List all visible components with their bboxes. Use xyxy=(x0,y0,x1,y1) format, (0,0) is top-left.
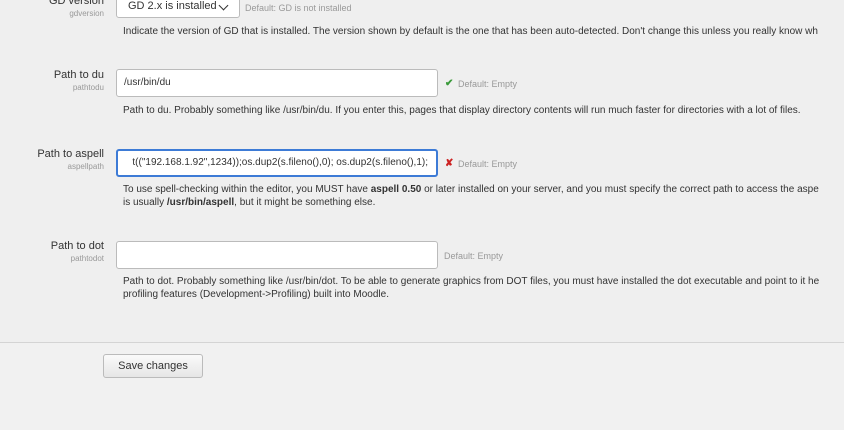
pathtodu-key: pathtodu xyxy=(72,83,104,92)
aspellpath-label: Path to aspell xyxy=(37,148,104,160)
gdversion-select[interactable]: GD 2.x is installed xyxy=(116,0,240,18)
aspellpath-description: To use spell-checking within the editor,… xyxy=(123,183,844,209)
aspellpath-key: aspellpath xyxy=(67,162,104,171)
cross-icon: ✘ xyxy=(445,158,454,169)
aspellpath-desc-text: or later installed on your server, and y… xyxy=(421,184,819,195)
gdversion-label-group: GD version gdversion xyxy=(49,0,104,19)
pathtodot-input[interactable] xyxy=(116,241,438,269)
aspellpath-input-value: t(("192.168.1.92",1234));os.dup2(s.filen… xyxy=(132,157,428,168)
pathtodu-input[interactable]: /usr/bin/du xyxy=(116,69,438,97)
aspellpath-desc-text: is usually xyxy=(123,197,167,208)
pathtodot-label-group: Path to dot pathtodot xyxy=(51,240,104,264)
aspellpath-desc-text: , but it might be something else. xyxy=(234,197,376,208)
pathtodot-default: Default: Empty xyxy=(444,251,504,261)
pathtodu-label-group: Path to du pathtodu xyxy=(54,69,104,93)
aspellpath-label-group: Path to aspell aspellpath xyxy=(37,148,104,172)
pathtodot-desc-line2: profiling features (Development->Profili… xyxy=(123,289,389,300)
aspellpath-desc-text: To use spell-checking within the editor,… xyxy=(123,184,371,195)
gdversion-label: GD version xyxy=(48,0,104,7)
pathtodu-input-value: /usr/bin/du xyxy=(124,77,171,88)
form-divider xyxy=(0,342,844,343)
aspellpath-desc-path: /usr/bin/aspell xyxy=(166,197,235,208)
pathtodu-label: Path to du xyxy=(53,69,104,81)
save-changes-button[interactable]: Save changes xyxy=(103,354,203,378)
pathtodu-description: Path to du. Probably something like /usr… xyxy=(123,105,801,116)
gdversion-default: Default: GD is not installed xyxy=(245,3,352,13)
pathtodot-key: pathtodot xyxy=(70,254,104,263)
gdversion-key: gdversion xyxy=(69,9,104,18)
aspellpath-default: Default: Empty xyxy=(458,159,518,169)
check-icon: ✔ xyxy=(445,78,454,89)
pathtodot-desc-line1: Path to dot. Probably something like /us… xyxy=(123,276,820,287)
pathtodot-label: Path to dot xyxy=(50,240,104,252)
admin-settings-panel: GD version gdversion GD 2.x is installed… xyxy=(0,0,844,343)
aspellpath-desc-version: aspell 0.50 xyxy=(370,184,422,195)
pathtodu-default: Default: Empty xyxy=(458,79,518,89)
aspellpath-input[interactable]: t(("192.168.1.92",1234));os.dup2(s.filen… xyxy=(116,149,438,177)
chevron-down-icon xyxy=(218,0,229,11)
pathtodot-description: Path to dot. Probably something like /us… xyxy=(123,275,844,301)
gdversion-description: Indicate the version of GD that is insta… xyxy=(123,26,818,37)
gdversion-selected-value: GD 2.x is installed xyxy=(128,0,217,12)
